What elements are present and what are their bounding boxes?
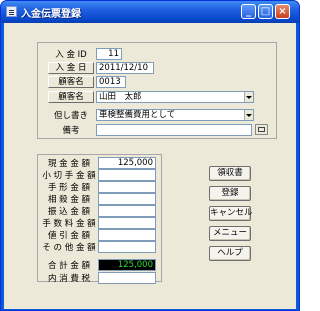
shohizei-label: 内 消 費 税 — [47, 274, 91, 284]
receipt-button[interactable]: 領収書 — [209, 166, 251, 181]
tegata-label: 手 形 金 額 — [47, 183, 91, 193]
form-client-area: 入 金 ID 11 入 金 日 2011/12/10 顧客名 0013 顧客名 … — [4, 23, 296, 309]
menu-button[interactable]: メニュー — [209, 226, 251, 241]
register-button[interactable]: 登録 — [209, 186, 251, 201]
sonota-field[interactable] — [98, 241, 156, 253]
sonota-label: そ の 他 金 額 — [42, 243, 96, 253]
zoom-edit-icon[interactable] — [255, 124, 268, 135]
chevron-down-icon[interactable] — [244, 110, 253, 120]
biko-label: 備考 — [62, 126, 80, 136]
sosai-field[interactable] — [98, 193, 156, 205]
chevron-down-icon[interactable] — [244, 92, 253, 102]
genkin-label: 現 金 金 額 — [47, 159, 91, 169]
kogitte-field[interactable] — [98, 169, 156, 181]
maximize-icon[interactable]: □ — [258, 4, 273, 19]
help-button[interactable]: ヘルプ — [209, 246, 251, 261]
close-icon[interactable]: × — [275, 4, 290, 19]
biko-field[interactable] — [96, 124, 252, 136]
tadashi-gaki-label: 但し書き — [53, 111, 88, 121]
sosai-label: 相 殺 金 額 — [47, 195, 91, 205]
kokyaku-code-button[interactable]: 顧客名 — [48, 76, 94, 88]
furikomi-field[interactable] — [98, 205, 156, 217]
tadashi-gaki-value: 車検整備費用として — [99, 110, 176, 120]
cancel-button[interactable]: キャンセル — [209, 206, 253, 221]
shohizei-field — [98, 272, 156, 284]
minimize-icon[interactable]: _ — [241, 4, 256, 19]
nebiki-field[interactable] — [98, 229, 156, 241]
kogitte-label: 小 切 手 金 額 — [42, 171, 96, 181]
genkin-field[interactable]: 125,000 — [98, 157, 156, 169]
tegata-field[interactable] — [98, 181, 156, 193]
kokyaku-mei-select[interactable]: 山田 太郎 — [96, 91, 254, 103]
gokei-label: 合 計 金 額 — [47, 261, 91, 271]
nyukin-id-field[interactable]: 11 — [96, 48, 122, 60]
furikomi-label: 振 込 金 額 — [47, 207, 91, 217]
window-title: 入金伝票登録 — [21, 9, 81, 20]
app-form-icon — [6, 6, 17, 17]
nebiki-label: 値 引 金 額 — [47, 231, 91, 241]
tesuryo-label: 手 数 料 金 額 — [42, 219, 96, 229]
tadashi-gaki-select[interactable]: 車検整備費用として — [96, 109, 254, 121]
title-bar[interactable]: 入金伝票登録 _ □ × — [1, 1, 299, 23]
kokyaku-mei-button[interactable]: 顧客名 — [48, 91, 94, 103]
gokei-field: 125,000 — [98, 259, 156, 271]
nyukin-id-label: 入 金 ID — [55, 50, 87, 60]
tesuryo-field[interactable] — [98, 217, 156, 229]
nyukin-bi-button[interactable]: 入 金 日 — [48, 62, 94, 74]
kokyaku-mei-value: 山田 太郎 — [99, 92, 142, 102]
kokyaku-code-field[interactable]: 0013 — [96, 76, 126, 88]
nyukin-bi-field[interactable]: 2011/12/10 — [96, 62, 154, 74]
app-window: 入金伝票登録 _ □ × 入 金 ID 11 入 金 日 2011/12/10 … — [0, 0, 300, 311]
